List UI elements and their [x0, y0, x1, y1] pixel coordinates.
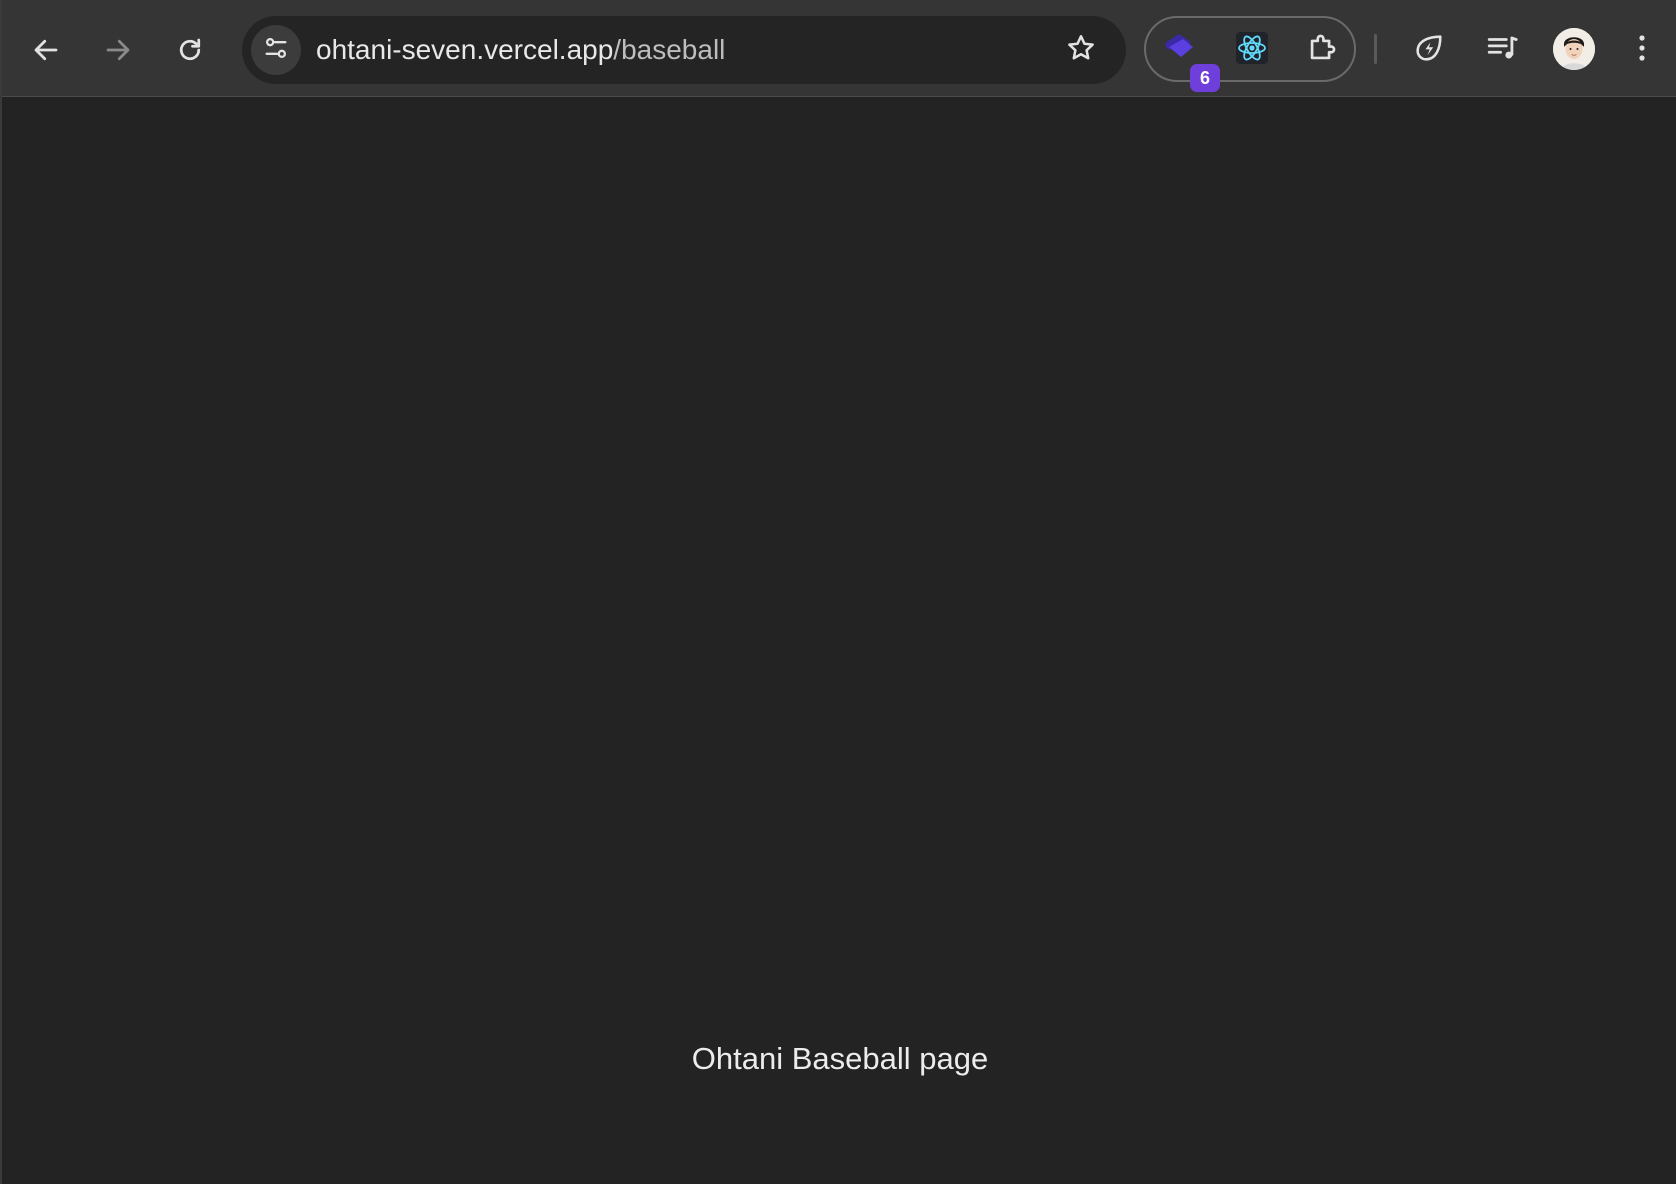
page-content: Ohtani Baseball page — [2, 97, 1676, 1184]
extension-badge: 6 — [1190, 64, 1220, 92]
toolbar-divider — [1374, 34, 1377, 64]
browser-toolbar: ohtani-seven.vercel.app/baseball 6 — [2, 0, 1676, 97]
react-devtools-button[interactable] — [1232, 30, 1272, 70]
url-host: ohtani-seven.vercel.app — [316, 34, 614, 65]
browser-window: ohtani-seven.vercel.app/baseball 6 Ohtan… — [0, 0, 1676, 1184]
kebab-menu-icon — [1637, 32, 1647, 69]
forward-button[interactable] — [96, 28, 140, 72]
avatar[interactable] — [1553, 28, 1595, 70]
page-label: Ohtani Baseball page — [691, 1041, 989, 1076]
lightning-leaf-icon — [1412, 31, 1446, 70]
back-arrow-icon — [31, 35, 61, 65]
url-text[interactable]: ohtani-seven.vercel.app/baseball — [316, 34, 725, 66]
star-icon — [1065, 32, 1097, 69]
browser-menu-button[interactable] — [1622, 28, 1662, 72]
performance-button[interactable] — [1407, 28, 1451, 72]
reload-icon — [175, 35, 205, 65]
forward-arrow-icon — [103, 35, 133, 65]
tune-icon — [262, 34, 290, 67]
playlist-music-icon — [1485, 31, 1519, 70]
bookmark-button[interactable] — [1064, 33, 1098, 67]
puzzle-icon — [1305, 31, 1339, 70]
extensions-menu-button[interactable] — [1302, 30, 1342, 70]
purple-extension-button[interactable]: 6 — [1160, 30, 1220, 92]
media-controls-button[interactable] — [1480, 28, 1524, 72]
url-path: /baseball — [613, 34, 726, 65]
extensions-group: 6 — [1144, 16, 1356, 92]
address-bar[interactable]: ohtani-seven.vercel.app/baseball — [242, 16, 1126, 84]
reload-button[interactable] — [168, 28, 212, 72]
site-info-button[interactable] — [251, 25, 301, 75]
react-icon — [1234, 30, 1270, 71]
back-button[interactable] — [24, 28, 68, 72]
